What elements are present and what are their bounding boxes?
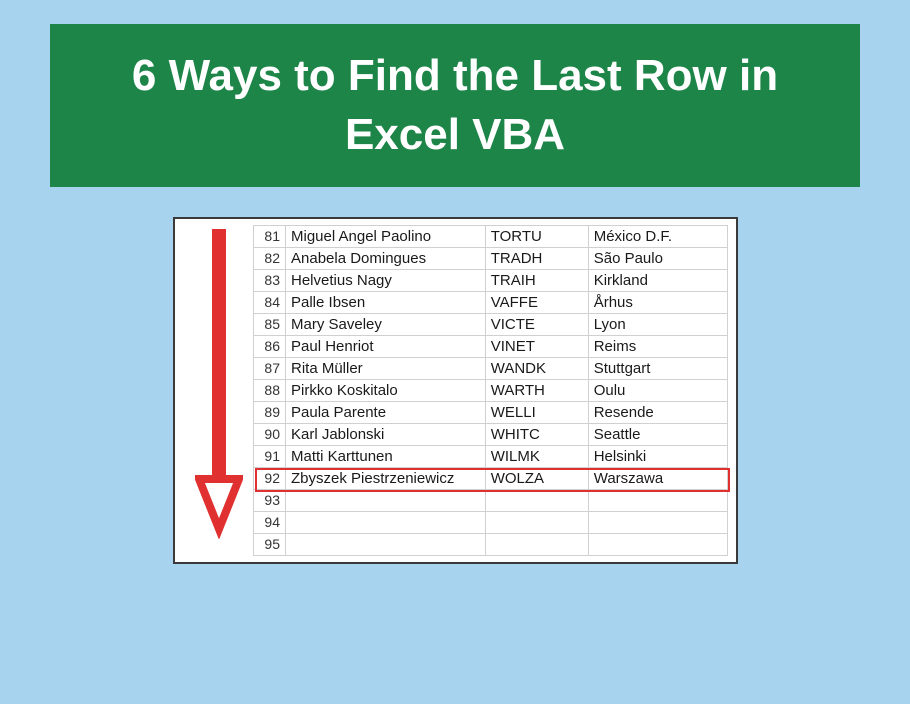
row-number-cell: 92 — [254, 467, 286, 489]
table-row: 87Rita MüllerWANDKStuttgart — [183, 357, 728, 379]
city-cell: Helsinki — [588, 445, 727, 467]
code-cell: VAFFE — [485, 291, 588, 313]
code-cell: WARTH — [485, 379, 588, 401]
name-cell: Karl Jablonski — [286, 423, 486, 445]
row-number-cell: 82 — [254, 247, 286, 269]
row-number-cell: 88 — [254, 379, 286, 401]
city-cell: Reims — [588, 335, 727, 357]
row-number-cell: 90 — [254, 423, 286, 445]
table-row: 86Paul HenriotVINETReims — [183, 335, 728, 357]
table-row: 82Anabela DominguesTRADHSão Paulo — [183, 247, 728, 269]
row-number-cell: 94 — [254, 511, 286, 533]
code-cell: TRADH — [485, 247, 588, 269]
code-cell — [485, 511, 588, 533]
row-number-cell: 86 — [254, 335, 286, 357]
city-cell: São Paulo — [588, 247, 727, 269]
table-row: 84Palle IbsenVAFFEÅrhus — [183, 291, 728, 313]
name-cell: Matti Karttunen — [286, 445, 486, 467]
table-row: 95 — [183, 533, 728, 555]
code-cell: WANDK — [485, 357, 588, 379]
page-title: 6 Ways to Find the Last Row in Excel VBA — [50, 24, 860, 187]
table-row: 91Matti KarttunenWILMKHelsinki — [183, 445, 728, 467]
code-cell: TRAIH — [485, 269, 588, 291]
name-cell: Paula Parente — [286, 401, 486, 423]
name-cell — [286, 511, 486, 533]
city-cell — [588, 511, 727, 533]
city-cell: Lyon — [588, 313, 727, 335]
city-cell: México D.F. — [588, 225, 727, 247]
row-number-cell: 93 — [254, 489, 286, 511]
code-cell: WELLI — [485, 401, 588, 423]
name-cell — [286, 533, 486, 555]
name-cell: Zbyszek Piestrzeniewicz — [286, 467, 486, 489]
name-cell: Rita Müller — [286, 357, 486, 379]
code-cell — [485, 533, 588, 555]
name-cell: Paul Henriot — [286, 335, 486, 357]
city-cell: Warszawa — [588, 467, 727, 489]
city-cell: Resende — [588, 401, 727, 423]
table-row: 85Mary SaveleyVICTELyon — [183, 313, 728, 335]
row-number-cell: 83 — [254, 269, 286, 291]
city-cell: Oulu — [588, 379, 727, 401]
table-row: 90Karl JablonskiWHITCSeattle — [183, 423, 728, 445]
name-cell: Pirkko Koskitalo — [286, 379, 486, 401]
down-arrow-icon — [195, 229, 243, 539]
table-row: 83Helvetius NagyTRAIHKirkland — [183, 269, 728, 291]
city-cell: Seattle — [588, 423, 727, 445]
spreadsheet-table: 81Miguel Angel PaolinoTORTUMéxico D.F.82… — [183, 225, 728, 556]
table-row: 94 — [183, 511, 728, 533]
table-row: 88Pirkko KoskitaloWARTHOulu — [183, 379, 728, 401]
row-number-cell: 89 — [254, 401, 286, 423]
name-cell: Anabela Domingues — [286, 247, 486, 269]
code-cell — [485, 489, 588, 511]
name-cell: Palle Ibsen — [286, 291, 486, 313]
code-cell: WHITC — [485, 423, 588, 445]
code-cell: TORTU — [485, 225, 588, 247]
table-row: 81Miguel Angel PaolinoTORTUMéxico D.F. — [183, 225, 728, 247]
code-cell: WILMK — [485, 445, 588, 467]
city-cell: Kirkland — [588, 269, 727, 291]
code-cell: VICTE — [485, 313, 588, 335]
spreadsheet-panel: 81Miguel Angel PaolinoTORTUMéxico D.F.82… — [173, 217, 738, 564]
row-number-cell: 87 — [254, 357, 286, 379]
name-cell — [286, 489, 486, 511]
city-cell: Stuttgart — [588, 357, 727, 379]
name-cell: Helvetius Nagy — [286, 269, 486, 291]
code-cell: WOLZA — [485, 467, 588, 489]
name-cell: Mary Saveley — [286, 313, 486, 335]
city-cell: Århus — [588, 291, 727, 313]
table-row: 93 — [183, 489, 728, 511]
code-cell: VINET — [485, 335, 588, 357]
table-row: 92Zbyszek PiestrzeniewiczWOLZAWarszawa — [183, 467, 728, 489]
row-number-cell: 85 — [254, 313, 286, 335]
table-row: 89Paula ParenteWELLIResende — [183, 401, 728, 423]
city-cell — [588, 489, 727, 511]
name-cell: Miguel Angel Paolino — [286, 225, 486, 247]
row-number-cell: 84 — [254, 291, 286, 313]
row-number-cell: 95 — [254, 533, 286, 555]
row-number-cell: 91 — [254, 445, 286, 467]
city-cell — [588, 533, 727, 555]
row-number-cell: 81 — [254, 225, 286, 247]
